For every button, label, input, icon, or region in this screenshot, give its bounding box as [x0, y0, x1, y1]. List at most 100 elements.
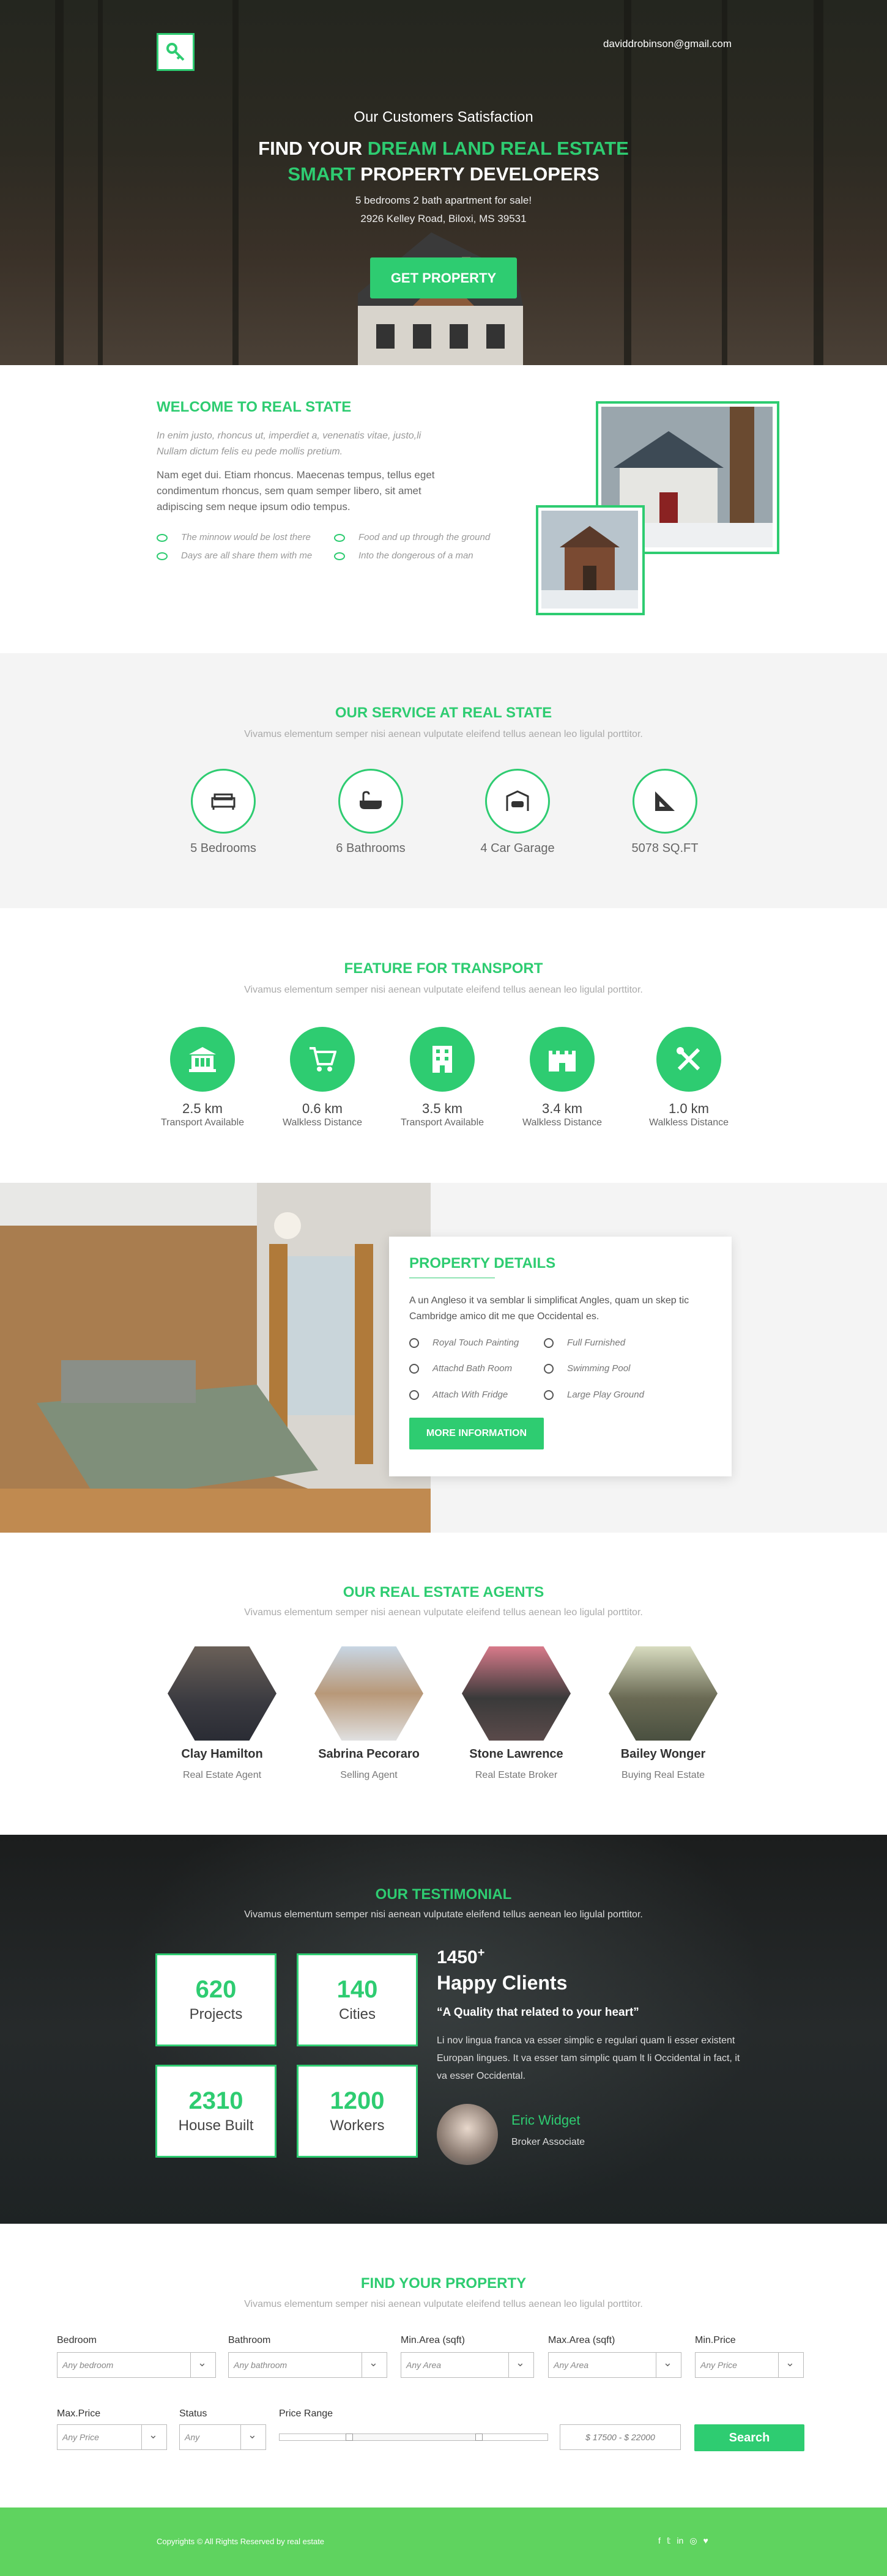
tools-icon — [677, 1047, 700, 1071]
get-property-button[interactable]: GET PROPERTY — [370, 257, 517, 298]
min-price-label: Min.Price — [695, 2335, 736, 2345]
service-subtitle: Vivamus elementum semper nisi aenean vul… — [244, 729, 643, 739]
agent-avatar[interactable] — [609, 1646, 718, 1741]
service-item-area — [633, 769, 697, 834]
transport-title: FEATURE FOR TRANSPORT — [344, 960, 543, 977]
bank-icon — [189, 1047, 216, 1072]
price-range-handle-max[interactable] — [475, 2434, 483, 2441]
transport-label: Walkless Distance — [522, 1117, 603, 1128]
min-area-select-value: Any Area — [406, 2360, 442, 2370]
agent-name[interactable]: Clay Hamilton — [149, 1747, 295, 1761]
service-label: 5078 SQ.FT — [631, 842, 699, 855]
hero-description: 5 bedrooms 2 bath apartment for sale! — [355, 194, 532, 206]
service-item-garage — [485, 769, 550, 834]
find-title: FIND YOUR PROPERTY — [360, 2275, 527, 2292]
transport-label: Walkless Distance — [282, 1117, 363, 1128]
service-item-bedrooms — [191, 769, 256, 834]
price-range-handle-min[interactable] — [346, 2434, 354, 2441]
max-price-select-value: Any Price — [62, 2432, 99, 2442]
bathroom-select[interactable]: Any bathroom — [228, 2352, 387, 2378]
stat-number: 1200 — [330, 2087, 385, 2114]
check-item: Food and up through the ground — [334, 532, 490, 542]
welcome-intro: In enim justo, rhoncus ut, imperdiet a, … — [157, 431, 421, 457]
service-label: 5 Bedrooms — [190, 842, 256, 855]
select-divider — [240, 2425, 241, 2449]
hero-subtitle: Our Customers Satisfaction — [354, 109, 533, 125]
testimonial-person-name: Eric Widget — [511, 2112, 581, 2128]
agents-title: OUR REAL ESTATE AGENTS — [343, 1584, 544, 1601]
key-icon — [166, 43, 185, 61]
service-section: OUR SERVICE AT REAL STATE Vivamus elemen… — [0, 653, 887, 908]
agent-avatar[interactable] — [168, 1646, 276, 1741]
stat-label: Cities — [338, 2006, 376, 2023]
status-select[interactable]: Any — [179, 2424, 266, 2450]
cabin-image — [541, 511, 638, 609]
search-button[interactable]: Search — [694, 2424, 804, 2451]
find-subtitle: Vivamus elementum semper nisi aenean vul… — [244, 2299, 643, 2309]
instagram-icon[interactable]: ◎ — [689, 2536, 697, 2546]
agent-role: Buying Real Estate — [621, 1770, 705, 1780]
facebook-icon[interactable]: f — [658, 2536, 661, 2546]
min-area-select[interactable]: Any Area — [401, 2352, 534, 2378]
min-price-select[interactable]: Any Price — [695, 2352, 804, 2378]
bed-icon — [211, 793, 236, 810]
price-range-slider[interactable] — [279, 2434, 548, 2441]
bedroom-select[interactable]: Any bedroom — [57, 2352, 216, 2378]
price-range-fill — [349, 2434, 479, 2440]
transport-item — [656, 1027, 721, 1092]
transport-distance: 0.6 km — [302, 1101, 343, 1116]
vimeo-icon[interactable]: ♥ — [703, 2536, 708, 2546]
check-item: Days are all share them with me — [157, 550, 312, 561]
clients-count-plus: + — [477, 1946, 485, 1960]
transport-label: Transport Available — [400, 1117, 484, 1128]
castle-icon — [549, 1051, 576, 1071]
stat-number: 620 — [195, 1976, 237, 2003]
service-item-bathrooms — [338, 769, 403, 834]
transport-distance: 3.4 km — [541, 1101, 583, 1116]
testimonial-section: OUR TESTIMONIAL Vivamus elementum semper… — [0, 1835, 887, 2224]
hero-title-highlight: SMART — [288, 163, 361, 185]
stat-label: Projects — [189, 2006, 243, 2023]
transport-item — [410, 1027, 475, 1092]
linkedin-icon[interactable]: in — [677, 2536, 683, 2546]
transport-item — [290, 1027, 355, 1092]
price-range-value: $ 17500 - $ 22000 — [560, 2424, 681, 2450]
agent-name[interactable]: Bailey Wonger — [590, 1747, 737, 1761]
twitter-icon[interactable]: 𝕥 — [667, 2536, 671, 2546]
hero-address: 2926 Kelley Road, Biloxi, MS 39531 — [360, 213, 527, 224]
stat-number: 140 — [336, 1976, 378, 2003]
stat-number: 2310 — [188, 2087, 243, 2114]
ruler-set-square-icon — [655, 791, 675, 811]
property-feature: Large Play Ground — [544, 1390, 644, 1400]
bedroom-label: Bedroom — [57, 2335, 97, 2345]
bedroom-select-value: Any bedroom — [62, 2360, 114, 2370]
agent-role: Real Estate Agent — [182, 1770, 262, 1780]
hero-section: daviddrobinson@gmail.com Our Customers S… — [0, 0, 887, 365]
max-price-label: Max.Price — [57, 2408, 101, 2419]
office-building-icon — [432, 1046, 452, 1073]
max-area-select[interactable]: Any Area — [548, 2352, 681, 2378]
logo[interactable] — [157, 33, 195, 71]
select-divider — [141, 2425, 142, 2449]
property-details-card: PROPERTY DETAILS A un Angleso it va semb… — [389, 1237, 732, 1476]
transport-label: Transport Available — [160, 1117, 245, 1128]
testimonial-subtitle: Vivamus elementum semper nisi aenean vul… — [244, 1909, 643, 1920]
agent-name[interactable]: Sabrina Pecoraro — [295, 1747, 442, 1761]
stat-card: 1200 Workers — [297, 2065, 418, 2158]
clients-heading: Happy Clients — [437, 1972, 568, 1994]
agent-avatar[interactable] — [314, 1646, 423, 1741]
stat-label: Workers — [330, 2117, 385, 2134]
social-links: f 𝕥 in ◎ ♥ — [658, 2536, 708, 2546]
max-price-select[interactable]: Any Price — [57, 2424, 167, 2450]
select-divider — [190, 2353, 191, 2377]
stat-card: 2310 House Built — [155, 2065, 276, 2158]
header-email-link[interactable]: daviddrobinson@gmail.com — [603, 38, 732, 50]
transport-item — [170, 1027, 235, 1092]
price-range-label: Price Range — [279, 2408, 333, 2419]
cabin-photo-small — [536, 505, 645, 615]
service-label: 6 Bathrooms — [336, 842, 406, 855]
agent-avatar[interactable] — [462, 1646, 571, 1741]
agent-name[interactable]: Stone Lawrence — [443, 1747, 590, 1761]
status-label: Status — [179, 2408, 207, 2419]
more-information-button[interactable]: MORE INFORMATION — [409, 1418, 544, 1449]
